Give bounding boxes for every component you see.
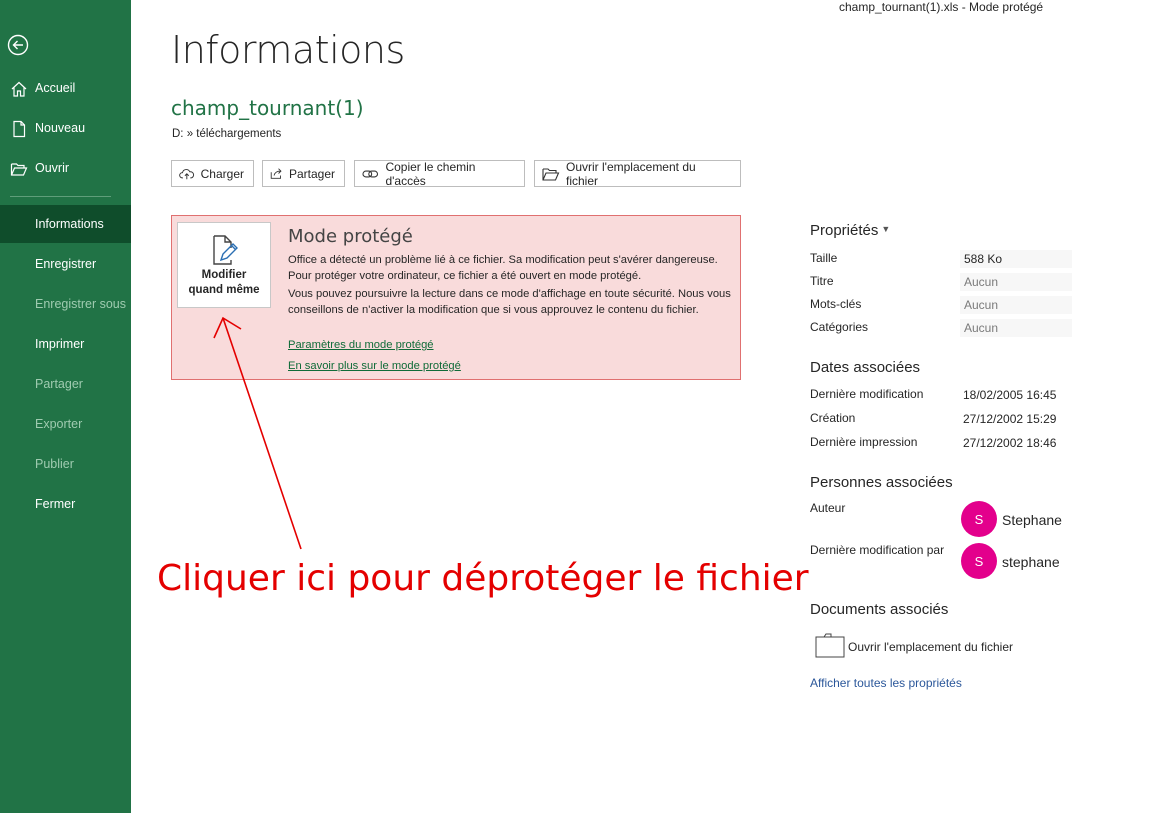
created-value: 27/12/2002 15:29	[963, 412, 1057, 426]
sidebar-item-label: Nouveau	[35, 121, 86, 135]
keywords-label: Mots-clés	[810, 297, 862, 311]
sidebar-item-nouveau[interactable]: Nouveau	[0, 109, 131, 147]
edit-anyway-button[interactable]: Modifier quand même	[177, 222, 271, 308]
protected-mode-text-2: Vous pouvez poursuivre la lecture dans c…	[288, 288, 731, 316]
upload-label: Charger	[200, 166, 244, 181]
categories-label: Catégories	[810, 320, 869, 334]
folder-open-icon	[542, 167, 560, 181]
avatar[interactable]: S	[961, 501, 997, 537]
protected-mode-settings-link[interactable]: Paramètres du mode protégé	[288, 339, 434, 351]
home-icon	[10, 80, 28, 98]
edit-anyway-label: Modifier quand même	[179, 268, 269, 298]
protected-mode-description: Office a détecté un problème lié à ce fi…	[288, 253, 738, 321]
show-all-properties-link[interactable]: Afficher toutes les propriétés	[810, 676, 962, 690]
dates-section-title: Dates associées	[810, 359, 921, 376]
window-title: champ_tournant(1).xls - Mode protégé	[839, 0, 1044, 14]
open-file-location-link[interactable]: Ouvrir l'emplacement du fichier	[848, 640, 1013, 654]
title-label: Titre	[810, 274, 834, 288]
share-button[interactable]: Partager	[262, 160, 345, 187]
keywords-field[interactable]: Aucun	[960, 296, 1072, 314]
sidebar-item-label: Fermer	[35, 497, 76, 511]
sidebar-item-enregistrer-sous[interactable]: Enregistrer sous	[0, 285, 131, 323]
sidebar-item-label: Enregistrer sous	[35, 297, 127, 311]
size-label: Taille	[810, 251, 838, 265]
annotation-arrow	[213, 316, 302, 550]
folder-icon[interactable]	[815, 633, 845, 658]
edit-document-icon	[213, 235, 238, 265]
title-field[interactable]: Aucun	[960, 273, 1072, 291]
sidebar-divider	[10, 196, 111, 197]
annotation-text: Cliquer ici pour déprotéger le fichier	[157, 558, 809, 599]
modified-label: Dernière modification	[810, 387, 924, 401]
created-label: Création	[810, 411, 856, 425]
folder-open-icon	[10, 160, 28, 178]
sidebar-item-label: Imprimer	[35, 337, 85, 351]
link-icon	[362, 170, 379, 177]
properties-title: Propriétés	[810, 222, 879, 239]
edit-anyway-line2: quand même	[188, 284, 260, 296]
sidebar-item-label: Accueil	[35, 81, 76, 95]
printed-label: Dernière impression	[810, 435, 918, 449]
share-icon	[270, 168, 282, 179]
excel-backstage: Accueil Nouveau Ouvrir Informations Enre…	[0, 0, 1175, 813]
protected-mode-text-1: Office a détecté un problème lié à ce fi…	[288, 254, 718, 282]
properties-dropdown[interactable]: Propriétés ▼	[810, 222, 890, 239]
sidebar-item-partager[interactable]: Partager	[0, 365, 131, 403]
author-label: Auteur	[810, 501, 846, 515]
modified-value: 18/02/2005 16:45	[963, 388, 1057, 402]
share-label: Partager	[288, 166, 335, 181]
author-name[interactable]: Stephane	[1002, 512, 1062, 528]
documents-section-title: Documents associés	[810, 601, 949, 618]
edit-anyway-line1: Modifier	[201, 269, 247, 281]
sidebar-item-informations[interactable]: Informations	[0, 205, 131, 243]
sidebar-item-label: Enregistrer	[35, 257, 97, 271]
sidebar-item-fermer[interactable]: Fermer	[0, 485, 131, 523]
protected-mode-title: Mode protégé	[288, 226, 413, 247]
protected-mode-banner: Modifier quand même Mode protégé Office …	[171, 215, 741, 380]
file-name: champ_tournant(1)	[171, 96, 364, 120]
new-document-icon	[10, 120, 28, 138]
sidebar-item-label: Informations	[35, 217, 104, 231]
open-location-button[interactable]: Ouvrir l'emplacement du fichier	[534, 159, 741, 188]
sidebar-item-publier[interactable]: Publier	[0, 445, 131, 483]
modified-by-label: Dernière modification par	[810, 543, 945, 557]
cloud-upload-icon	[179, 168, 195, 179]
copy-path-label: Copier le chemin d'accès	[385, 159, 476, 188]
people-section-title: Personnes associées	[810, 474, 953, 491]
size-value: 588 Ko	[960, 250, 1072, 268]
chevron-down-icon: ▼	[881, 224, 891, 234]
back-arrow-icon[interactable]	[6, 33, 30, 57]
file-path: D: » téléchargements	[172, 128, 282, 140]
sidebar-item-accueil[interactable]: Accueil	[0, 69, 131, 107]
page-title: Informations	[171, 28, 405, 72]
sidebar-item-exporter[interactable]: Exporter	[0, 405, 131, 443]
sidebar-item-ouvrir[interactable]: Ouvrir	[0, 149, 131, 187]
categories-field[interactable]: Aucun	[960, 319, 1072, 337]
backstage-sidebar: Accueil Nouveau Ouvrir Informations Enre…	[0, 0, 131, 813]
protected-mode-learn-more-link[interactable]: En savoir plus sur le mode protégé	[288, 360, 461, 372]
copy-path-button[interactable]: Copier le chemin d'accès	[354, 159, 525, 188]
open-location-label: Ouvrir l'emplacement du fichier	[566, 159, 696, 188]
sidebar-item-label: Publier	[35, 457, 74, 471]
sidebar-item-label: Exporter	[35, 417, 83, 431]
sidebar-item-imprimer[interactable]: Imprimer	[0, 325, 131, 363]
upload-button[interactable]: Charger	[171, 160, 254, 187]
sidebar-item-label: Partager	[35, 377, 83, 391]
sidebar-item-enregistrer[interactable]: Enregistrer	[0, 245, 131, 283]
modified-by-name[interactable]: stephane	[1002, 554, 1060, 570]
sidebar-item-label: Ouvrir	[35, 161, 70, 175]
avatar[interactable]: S	[961, 543, 997, 579]
printed-value: 27/12/2002 18:46	[963, 436, 1057, 450]
